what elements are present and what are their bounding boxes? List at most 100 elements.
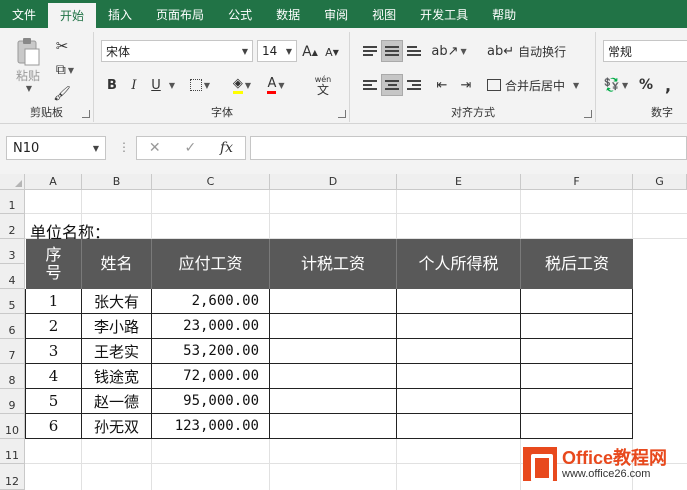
align-bottom-button[interactable]	[403, 40, 425, 62]
italic-button[interactable]: I	[125, 74, 143, 96]
underline-dropdown[interactable]: ▼	[165, 74, 177, 96]
drag-handle-icon[interactable]: ⋮	[118, 140, 130, 154]
cell-name[interactable]: 张大有	[82, 289, 152, 314]
fill-color-button[interactable]: ◈ ▼	[225, 74, 259, 96]
comma-button[interactable]: ,	[659, 74, 677, 96]
clipboard-launcher-icon[interactable]	[82, 110, 90, 118]
tab-view[interactable]: 视图	[360, 0, 408, 28]
align-top-button[interactable]	[359, 40, 381, 62]
cell-seq[interactable]: 3	[26, 339, 82, 364]
cell-tax[interactable]	[397, 389, 521, 414]
wrap-text-button[interactable]: ab↵ 自动换行	[487, 40, 567, 62]
cell-tax[interactable]	[397, 339, 521, 364]
row-header-5[interactable]: 5	[0, 289, 25, 314]
insert-function-icon[interactable]: fx	[220, 140, 233, 156]
cell-pay[interactable]: 95,000.00	[152, 389, 270, 414]
column-header-g[interactable]: G	[633, 174, 687, 190]
header-net[interactable]: 税后工资	[521, 239, 633, 289]
cell-taxable[interactable]	[270, 339, 397, 364]
column-header-d[interactable]: D	[270, 174, 397, 190]
align-center-button[interactable]	[381, 74, 403, 96]
tab-home[interactable]: 开始	[48, 3, 97, 28]
enter-icon[interactable]: ✓	[184, 140, 196, 156]
header-pay[interactable]: 应付工资	[152, 239, 270, 289]
decrease-font-button[interactable]: A ▼	[323, 42, 341, 62]
cell-taxable[interactable]	[270, 414, 397, 439]
row-header-11[interactable]: 11	[0, 439, 25, 464]
font-size-select[interactable]: 14 ▼	[257, 40, 297, 62]
cell-tax[interactable]	[397, 314, 521, 339]
number-format-select[interactable]: 常规	[603, 40, 687, 62]
paste-button[interactable]: 粘贴 ▼	[10, 36, 46, 94]
column-header-c[interactable]: C	[152, 174, 270, 190]
cell-taxable[interactable]	[270, 389, 397, 414]
cell-taxable[interactable]	[270, 314, 397, 339]
cell-seq[interactable]: 2	[26, 314, 82, 339]
cell-taxable[interactable]	[270, 289, 397, 314]
increase-indent-button[interactable]: ⇥	[455, 74, 477, 96]
align-right-button[interactable]	[403, 74, 425, 96]
column-header-f[interactable]: F	[521, 174, 633, 190]
increase-font-button[interactable]: A ▲	[301, 42, 319, 62]
cell-name[interactable]: 赵一德	[82, 389, 152, 414]
cancel-icon[interactable]: ✕	[149, 140, 161, 156]
tab-developer[interactable]: 开发工具	[408, 0, 480, 28]
tab-page-layout[interactable]: 页面布局	[144, 0, 216, 28]
align-middle-button[interactable]	[381, 40, 403, 62]
cell-pay[interactable]: 72,000.00	[152, 364, 270, 389]
tab-insert[interactable]: 插入	[96, 0, 144, 28]
orientation-button[interactable]: ab↗ ▼	[431, 40, 466, 62]
tab-formulas[interactable]: 公式	[216, 0, 264, 28]
header-tax[interactable]: 个人所得税	[397, 239, 521, 289]
cell-name[interactable]: 李小路	[82, 314, 152, 339]
cell-tax[interactable]	[397, 364, 521, 389]
font-launcher-icon[interactable]	[338, 110, 346, 118]
align-left-button[interactable]	[359, 74, 381, 96]
bold-button[interactable]: B	[103, 74, 121, 96]
row-header-2[interactable]: 2	[0, 214, 25, 239]
column-header-b[interactable]: B	[82, 174, 152, 190]
name-box[interactable]: N10 ▼	[6, 136, 106, 160]
cell-net[interactable]	[521, 314, 633, 339]
cell-taxable[interactable]	[270, 364, 397, 389]
cell-net[interactable]	[521, 389, 633, 414]
cell-pay[interactable]: 123,000.00	[152, 414, 270, 439]
cell-seq[interactable]: 1	[26, 289, 82, 314]
row-header-8[interactable]: 8	[0, 364, 25, 389]
cell-pay[interactable]: 2,600.00	[152, 289, 270, 314]
tab-file[interactable]: 文件	[0, 0, 48, 28]
row-header-7[interactable]: 7	[0, 339, 25, 364]
borders-button[interactable]: ▼	[185, 74, 215, 96]
phonetic-button[interactable]: wén 文	[305, 72, 341, 98]
cell-net[interactable]	[521, 414, 633, 439]
column-header-e[interactable]: E	[397, 174, 521, 190]
cell-tax[interactable]	[397, 414, 521, 439]
alignment-launcher-icon[interactable]	[584, 110, 592, 118]
tab-help[interactable]: 帮助	[480, 0, 528, 28]
column-header-a[interactable]: A	[25, 174, 82, 190]
cell-tax[interactable]	[397, 289, 521, 314]
select-all-corner[interactable]	[0, 174, 25, 190]
cell-seq[interactable]: 5	[26, 389, 82, 414]
tab-data[interactable]: 数据	[264, 0, 312, 28]
row-header-12[interactable]: 12	[0, 464, 25, 490]
font-name-select[interactable]: 宋体 ▼	[101, 40, 253, 62]
currency-button[interactable]: 💱 ▼	[601, 74, 631, 96]
row-header-4[interactable]: 4	[0, 264, 25, 289]
cell-pay[interactable]: 23,000.00	[152, 314, 270, 339]
cell-seq[interactable]: 6	[26, 414, 82, 439]
cell-net[interactable]	[521, 339, 633, 364]
percent-button[interactable]: %	[637, 74, 655, 96]
header-seq[interactable]: 序 号	[26, 239, 82, 289]
underline-button[interactable]: U	[147, 74, 165, 96]
row-header-10[interactable]: 10	[0, 414, 25, 439]
copy-button[interactable]: ⧉ ▼	[50, 60, 80, 80]
cell-name[interactable]: 钱途宽	[82, 364, 152, 389]
row-header-3[interactable]: 3	[0, 239, 25, 264]
cell-name[interactable]: 孙无双	[82, 414, 152, 439]
header-taxable[interactable]: 计税工资	[270, 239, 397, 289]
row-header-6[interactable]: 6	[0, 314, 25, 339]
cell-net[interactable]	[521, 289, 633, 314]
cut-button[interactable]: ✂	[50, 36, 74, 56]
header-name[interactable]: 姓名	[82, 239, 152, 289]
